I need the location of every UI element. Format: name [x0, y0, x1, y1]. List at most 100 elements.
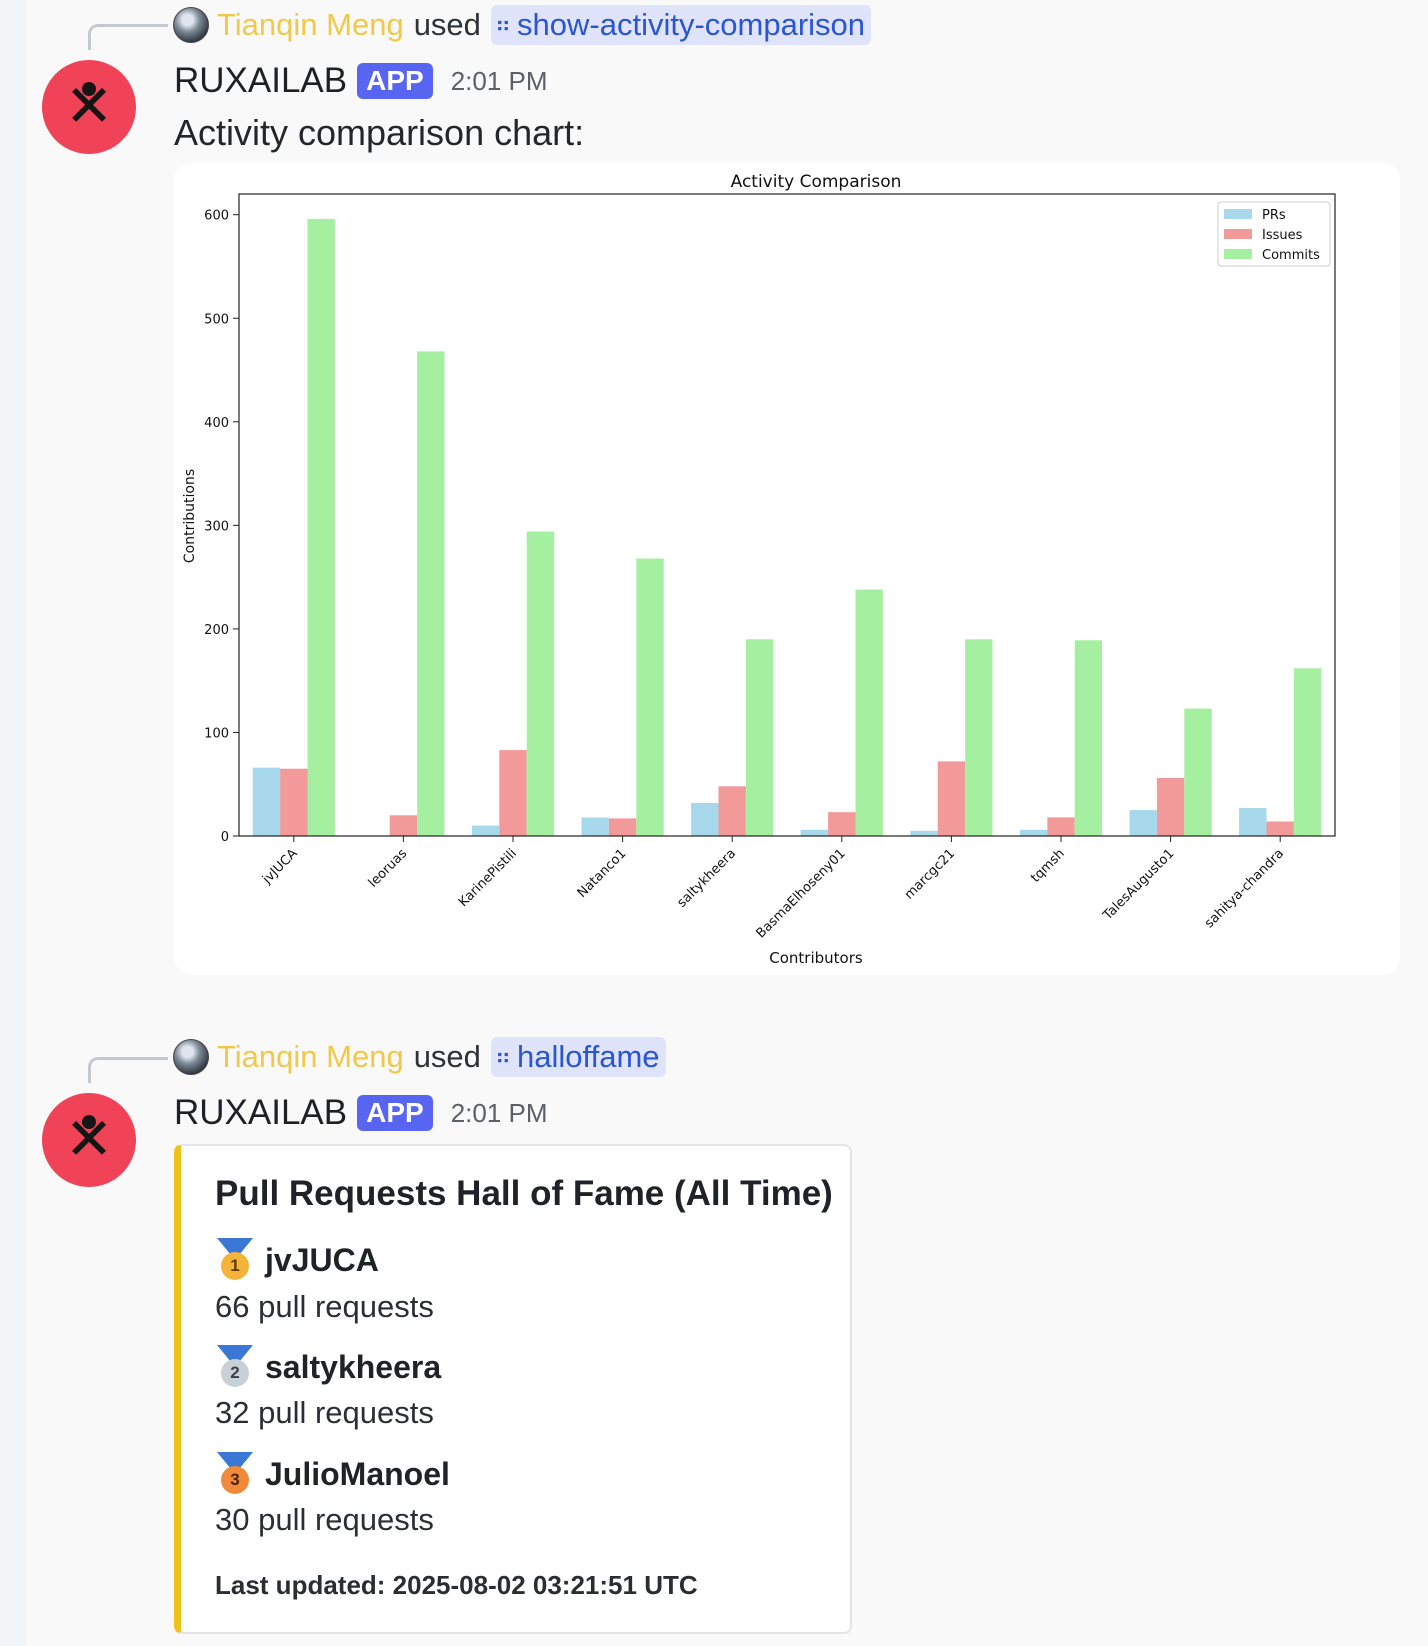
x-tick-label: leoruas — [366, 846, 411, 891]
bar-prs-tqmsh — [1019, 829, 1048, 836]
y-tick-label: 300 — [204, 519, 229, 534]
reply-connector — [88, 1057, 168, 1083]
bar-commits-sahitya-chandra — [1293, 668, 1322, 836]
entry-count: 32 pull requests — [215, 1395, 434, 1430]
chart-title: Activity Comparison — [731, 172, 902, 192]
legend-swatch-prs — [1224, 209, 1252, 219]
bar-issues-leoruas — [389, 815, 418, 836]
bar-commits-Natanco1 — [636, 558, 664, 836]
bar-commits-tqmsh — [1074, 640, 1103, 836]
app-badge: APP — [357, 63, 433, 99]
message-header: RUXAILAB APP 2:01 PM — [174, 1091, 548, 1135]
y-tick-label: 600 — [204, 209, 229, 224]
command-mention[interactable]: ⠶ halloffame — [490, 1037, 666, 1077]
legend-swatch-issues — [1224, 229, 1252, 239]
app-badge: APP — [357, 1095, 433, 1131]
x-tick-label: TalesAugusto1 — [1100, 846, 1178, 924]
command-name: halloffame — [517, 1039, 660, 1074]
y-tick-label: 100 — [204, 726, 229, 741]
user-avatar-small[interactable] — [173, 1039, 209, 1075]
message-header: RUXAILAB APP 2:01 PM — [174, 59, 548, 103]
bar-commits-leoruas — [417, 351, 445, 836]
reply-context: Tianqin Meng used ⠶ halloffame — [173, 1037, 666, 1077]
plot-frame — [238, 193, 1336, 837]
bar-issues-sahitya-chandra — [1266, 821, 1294, 836]
reply-username[interactable]: Tianqin Meng — [217, 1039, 404, 1075]
left-strip — [0, 0, 26, 1646]
ruxailab-logo-icon: ✕ — [64, 1107, 114, 1172]
bar-issues-Natanco1 — [608, 818, 637, 836]
bar-issues-TalesAugusto1 — [1156, 778, 1185, 836]
author-name[interactable]: RUXAILAB — [174, 1093, 347, 1133]
timestamp[interactable]: 2:01 PM — [451, 1098, 548, 1129]
legend-swatch-commits — [1224, 249, 1252, 259]
bar-issues-jvJUCA — [280, 768, 308, 836]
reply-connector — [88, 24, 168, 50]
x-tick-label: jvJUCA — [259, 846, 301, 888]
entry-count: 66 pull requests — [215, 1289, 434, 1324]
entry-name: saltykheera — [265, 1349, 442, 1385]
bar-commits-KarinePistili — [526, 531, 555, 836]
reply-action: used — [413, 7, 481, 42]
bar-prs-marcgc21 — [910, 830, 938, 836]
hall-of-fame-embed: Pull Requests Hall of Fame (All Time) 1 … — [174, 1144, 852, 1634]
user-avatar-small[interactable] — [173, 7, 209, 43]
logo-head — [82, 82, 96, 96]
bar-issues-tqmsh — [1047, 817, 1075, 836]
silver-medal-icon: 2 — [215, 1345, 255, 1389]
slash-command-icon: ⠶ — [494, 12, 511, 37]
command-name: show-activity-comparison — [517, 7, 866, 42]
bar-issues-saltykheera — [718, 786, 746, 836]
entry-name: jvJUCA — [265, 1242, 379, 1278]
x-tick-label: sahitya-chandra — [1202, 846, 1287, 931]
reply-context: Tianqin Meng used ⠶ show-activity-compar… — [173, 5, 872, 45]
embed-title: Pull Requests Hall of Fame (All Time) — [215, 1174, 833, 1213]
timestamp[interactable]: 2:01 PM — [451, 66, 548, 97]
x-tick-label: saltykheera — [675, 846, 740, 911]
bot-avatar[interactable]: ✕ — [42, 1093, 136, 1187]
slash-command-icon: ⠶ — [494, 1044, 511, 1069]
legend-label-commits: Commits — [1262, 248, 1320, 263]
bar-prs-Natanco1 — [581, 817, 609, 836]
bar-issues-marcgc21 — [937, 761, 966, 836]
entry-name: JulioManoel — [265, 1456, 450, 1492]
entry-count: 30 pull requests — [215, 1502, 434, 1537]
message-text: Activity comparison chart: — [174, 112, 585, 153]
y-tick-label: 400 — [204, 416, 229, 431]
author-name[interactable]: RUXAILAB — [174, 61, 347, 101]
y-tick-label: 500 — [204, 312, 229, 327]
chart-image[interactable]: Activity Comparison Contributors Contrib… — [174, 163, 1400, 975]
command-mention[interactable]: ⠶ show-activity-comparison — [490, 5, 872, 45]
bar-issues-BasmaElhoseny01 — [828, 812, 856, 836]
bar-commits-marcgc21 — [965, 639, 993, 836]
y-tick-label: 200 — [204, 623, 229, 638]
plot-area: 0 100 200 300 400 500 600 jvJUCA leoruas KarinePi… — [204, 193, 1336, 941]
bar-commits-TalesAugusto1 — [1184, 708, 1212, 836]
x-tick-label: Natanco1 — [575, 846, 630, 901]
gold-medal-icon: 1 — [215, 1238, 255, 1282]
logo-head — [82, 1115, 96, 1129]
bot-avatar[interactable]: ✕ — [42, 60, 136, 154]
bar-prs-sahitya-chandra — [1239, 808, 1267, 836]
bar-commits-jvJUCA — [307, 218, 335, 836]
legend-label-prs: PRs — [1262, 208, 1286, 223]
bar-prs-BasmaElhoseny01 — [800, 829, 829, 836]
bar-prs-TalesAugusto1 — [1129, 810, 1157, 836]
embed-footer: Last updated: 2025-08-02 03:21:51 UTC — [215, 1570, 698, 1600]
x-axis-label: Contributors — [769, 949, 863, 967]
bar-prs-jvJUCA — [252, 767, 281, 836]
bar-prs-KarinePistili — [471, 825, 500, 836]
bar-commits-saltykheera — [745, 639, 774, 836]
reply-username[interactable]: Tianqin Meng — [217, 7, 404, 43]
bar-prs-saltykheera — [691, 802, 719, 836]
bronze-medal-icon: 3 — [215, 1452, 255, 1496]
activity-chart: Activity Comparison Contributors Contrib… — [182, 172, 1336, 967]
legend-label-issues: Issues — [1262, 228, 1303, 243]
bar-issues-KarinePistili — [499, 750, 527, 836]
x-tick-label: KarinePistili — [456, 846, 520, 910]
x-tick-label: marcgc21 — [902, 846, 958, 902]
reply-action: used — [413, 1039, 481, 1074]
y-axis-label: Contributions — [182, 469, 198, 563]
x-tick-label: BasmaElhoseny01 — [753, 846, 848, 941]
bar-commits-BasmaElhoseny01 — [855, 589, 883, 836]
